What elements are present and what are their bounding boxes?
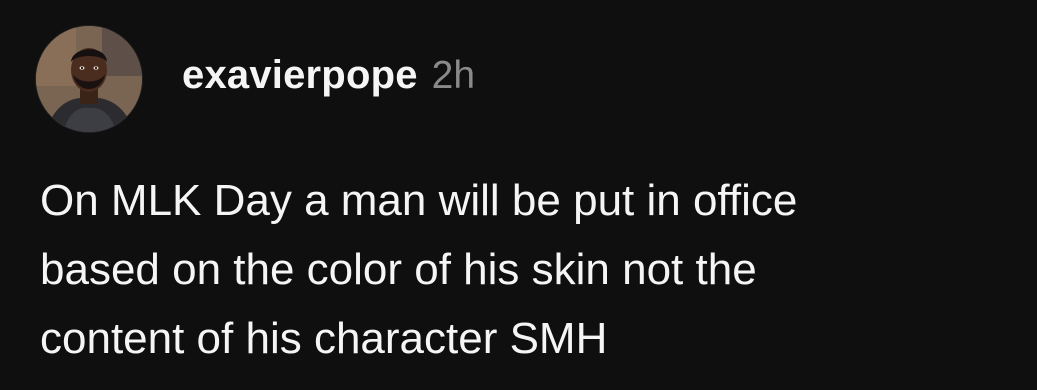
post-body: On MLK Day a man will be put in office b… bbox=[40, 166, 1030, 373]
post-header: exavierpope 2h bbox=[36, 24, 475, 134]
post-text-line: On MLK Day a man will be put in office bbox=[40, 176, 798, 225]
username[interactable]: exavierpope bbox=[182, 53, 418, 98]
post-text-line: based on the color of his skin not the bbox=[40, 245, 757, 294]
profile-photo-icon bbox=[36, 26, 142, 132]
author-row: exavierpope 2h bbox=[182, 53, 475, 98]
avatar[interactable] bbox=[36, 26, 142, 132]
threads-post: exavierpope 2h On MLK Day a man will be … bbox=[0, 0, 1037, 390]
post-timestamp: 2h bbox=[431, 53, 476, 97]
post-text-line: content of his character SMH bbox=[40, 314, 608, 363]
